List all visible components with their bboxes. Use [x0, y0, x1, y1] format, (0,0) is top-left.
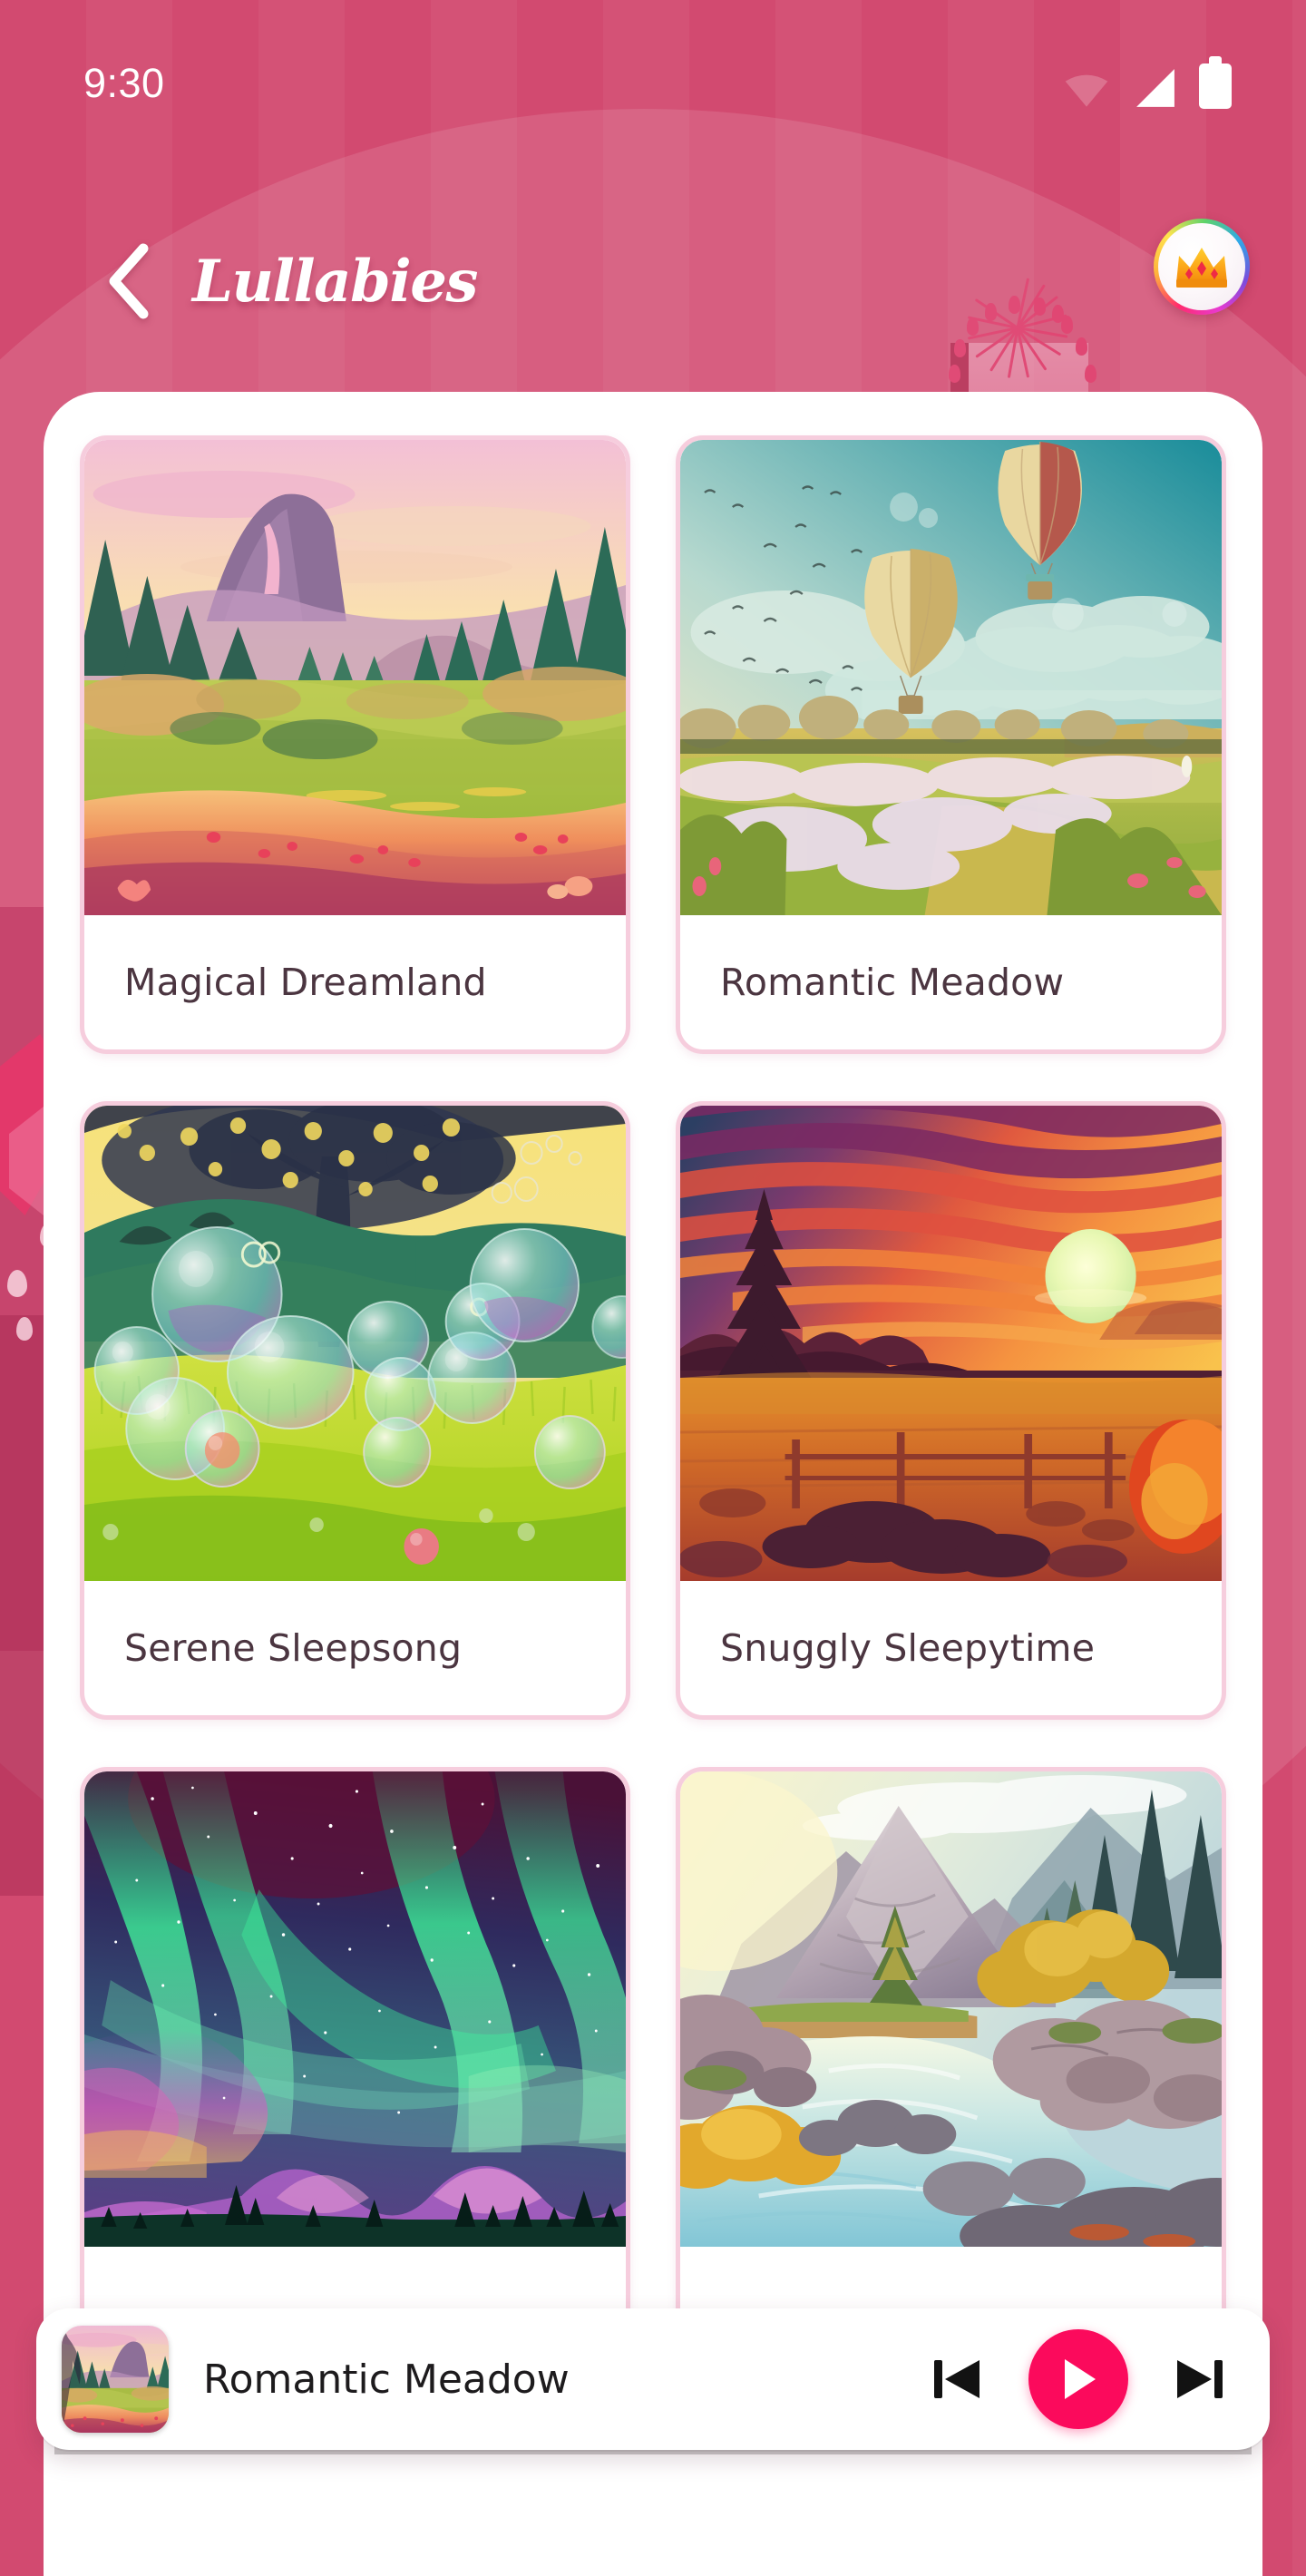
mini-player-thumbnail[interactable]	[62, 2326, 169, 2433]
card-artwork-soap-bubbles-grass	[84, 1106, 626, 1581]
skip-previous-icon	[934, 2360, 980, 2398]
lullaby-card[interactable]: Snuggly Sleepytime	[676, 1101, 1226, 1720]
background-dot-icon	[16, 1317, 33, 1341]
premium-badge[interactable]	[1154, 219, 1250, 315]
content-panel: Magical Dreamland Romantic Meadow Serene…	[44, 392, 1262, 2576]
app-header: Lullabies	[0, 219, 1306, 349]
crown-icon	[1176, 248, 1227, 288]
status-clock: 9:30	[83, 60, 165, 106]
card-title: Snuggly Sleepytime	[720, 1626, 1096, 1670]
signal-icon	[1136, 69, 1174, 107]
mini-player-controls	[927, 2329, 1230, 2429]
mini-player[interactable]: Romantic Meadow	[36, 2308, 1270, 2450]
card-title: Romantic Meadow	[720, 961, 1065, 1004]
lullaby-card[interactable]	[676, 1767, 1226, 2386]
background-block-left-2	[0, 1315, 47, 1896]
lullaby-card[interactable]: Serene Sleepsong	[80, 1101, 630, 1720]
status-bar: 9:30	[0, 0, 1306, 136]
card-title: Magical Dreamland	[124, 961, 487, 1004]
next-button[interactable]	[1170, 2349, 1230, 2409]
status-system-icons	[1061, 56, 1232, 109]
chevron-left-icon	[109, 243, 149, 319]
card-artwork-sunset-mountain-meadow	[84, 440, 626, 915]
wifi-icon	[1065, 74, 1108, 107]
lullaby-grid: Magical Dreamland Romantic Meadow Serene…	[44, 392, 1262, 2386]
back-button[interactable]	[89, 231, 167, 331]
skip-next-icon	[1177, 2360, 1223, 2398]
play-button[interactable]	[1028, 2329, 1128, 2429]
card-artwork-aurora-borealis-night	[84, 1771, 626, 2247]
navigation-area	[44, 2454, 1262, 2576]
lullaby-card[interactable]: Romantic Meadow	[676, 435, 1226, 1054]
play-icon	[1065, 2359, 1096, 2399]
card-artwork-sunset-lake-pines	[680, 1106, 1222, 1581]
battery-icon	[1199, 56, 1232, 109]
mini-player-title: Romantic Meadow	[203, 2356, 570, 2403]
page-title: Lullabies	[192, 248, 478, 316]
card-artwork-hot-air-balloons-field	[680, 440, 1222, 915]
background-dot-icon	[7, 1270, 27, 1297]
card-title: Serene Sleepsong	[124, 1626, 463, 1670]
lullaby-card[interactable]	[80, 1767, 630, 2386]
lullaby-card[interactable]: Magical Dreamland	[80, 435, 630, 1054]
card-artwork-mountain-river-rocks	[680, 1771, 1222, 2247]
previous-button[interactable]	[927, 2349, 987, 2409]
